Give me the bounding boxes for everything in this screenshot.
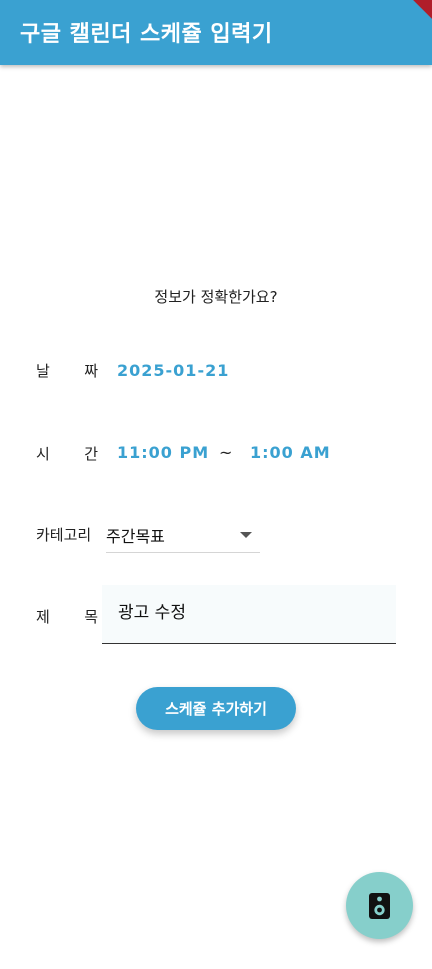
date-label: 날 짜 [36,360,98,381]
time-separator: ~ [219,443,233,462]
add-schedule-button[interactable]: 스케쥴 추가하기 [136,687,296,730]
debug-banner [395,0,432,26]
speaker-icon [369,893,390,919]
category-dropdown[interactable]: 주간목표 [106,520,260,553]
floating-action-button[interactable] [346,872,413,939]
title-input[interactable] [116,599,380,621]
title-label-right: 목 [84,608,98,626]
end-time-button[interactable]: 1:00 AM [250,443,331,462]
title-field-container [102,585,396,644]
app-title: 구글 캘린더 스케쥴 입력기 [20,22,273,47]
time-label-right: 간 [84,445,98,463]
title-label-left: 제 [36,608,50,626]
date-label-left: 날 [36,362,50,380]
date-picker-button[interactable]: 2025-01-21 [117,361,229,380]
start-time-button[interactable]: 11:00 PM [117,443,209,462]
date-label-right: 짜 [84,362,98,380]
time-label: 시 간 [36,443,98,464]
category-selected-value: 주간목표 [106,527,165,546]
category-label: 카테고리 [36,526,92,544]
time-label-left: 시 [36,445,50,463]
app-bar: 구글 캘린더 스케쥴 입력기 [0,0,432,65]
title-label: 제 목 [36,606,98,627]
dropdown-arrow-icon [240,532,252,538]
confirm-question: 정보가 정확한가요? [154,288,278,306]
